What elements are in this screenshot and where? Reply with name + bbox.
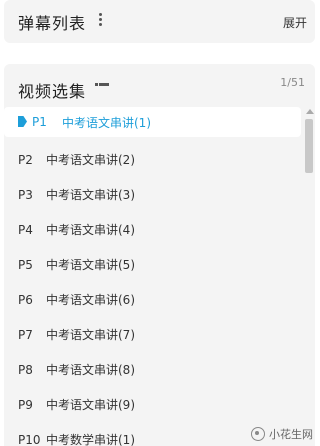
episode-title: 中考语文串讲(8)	[46, 363, 135, 377]
episode-title: 中考数学串讲(1)	[46, 433, 135, 446]
wechat-logo-icon	[251, 427, 265, 441]
list-view-icon[interactable]	[95, 83, 109, 94]
page: 弹幕列表 展开 视频选集 1/51 P1 中考语文串讲(1) P2 中考语文串讲…	[0, 0, 319, 446]
episode-item[interactable]: P6 中考语文串讲(6)	[4, 282, 301, 317]
episode-item[interactable]: P3 中考语文串讲(3)	[4, 177, 301, 212]
danmaku-header: 弹幕列表 展开	[4, 0, 315, 43]
episode-item[interactable]: P4 中考语文串讲(4)	[4, 212, 301, 247]
episode-list: P1 中考语文串讲(1) P2 中考语文串讲(2) P3 中考语文串讲(3) P…	[4, 107, 301, 446]
episode-item[interactable]: P7 中考语文串讲(7)	[4, 317, 301, 352]
episode-number: P6	[18, 292, 33, 307]
expand-button[interactable]: 展开	[283, 14, 307, 31]
episode-number: P8	[18, 362, 33, 377]
episode-item-active[interactable]: P1 中考语文串讲(1)	[4, 107, 301, 137]
watermark: 小花生网	[251, 426, 313, 442]
scroll-thumb[interactable]	[305, 119, 313, 173]
scroll-up-icon[interactable]	[306, 109, 314, 114]
episode-title: 中考语文串讲(3)	[46, 188, 135, 202]
episode-title: 中考语文串讲(9)	[46, 398, 135, 412]
more-options-icon[interactable]	[97, 13, 103, 29]
episode-number: P1	[32, 115, 47, 129]
episode-title: 中考语文串讲(7)	[46, 328, 135, 342]
episode-item[interactable]: P5 中考语文串讲(5)	[4, 247, 301, 282]
episode-title: 中考语文串讲(5)	[46, 258, 135, 272]
episode-number: P3	[18, 187, 33, 202]
episode-panel-title: 视频选集	[18, 82, 87, 101]
episode-item[interactable]: P8 中考语文串讲(8)	[4, 352, 301, 387]
play-indicator-icon	[18, 116, 27, 127]
episode-item[interactable]: P9 中考语文串讲(9)	[4, 387, 301, 422]
episode-number: P10	[18, 432, 41, 446]
episode-number: P7	[18, 327, 33, 342]
episode-number: P5	[18, 257, 33, 272]
episode-scrollbar[interactable]	[303, 107, 315, 446]
episode-number: P2	[18, 152, 33, 167]
episode-title: 中考语文串讲(2)	[46, 153, 135, 167]
episode-panel: 视频选集 1/51 P1 中考语文串讲(1) P2 中考语文串讲(2) P3 中…	[4, 64, 315, 446]
episode-title: 中考语文串讲(4)	[46, 223, 135, 237]
episode-item[interactable]: P2 中考语文串讲(2)	[4, 142, 301, 177]
episode-count: 1/51	[280, 76, 305, 89]
watermark-text: 小花生网	[269, 428, 313, 441]
episode-number: P9	[18, 397, 33, 412]
episode-title: 中考语文串讲(6)	[46, 293, 135, 307]
danmaku-title: 弹幕列表	[18, 14, 87, 33]
episode-title: 中考语文串讲(1)	[62, 115, 151, 130]
episode-number: P4	[18, 222, 33, 237]
